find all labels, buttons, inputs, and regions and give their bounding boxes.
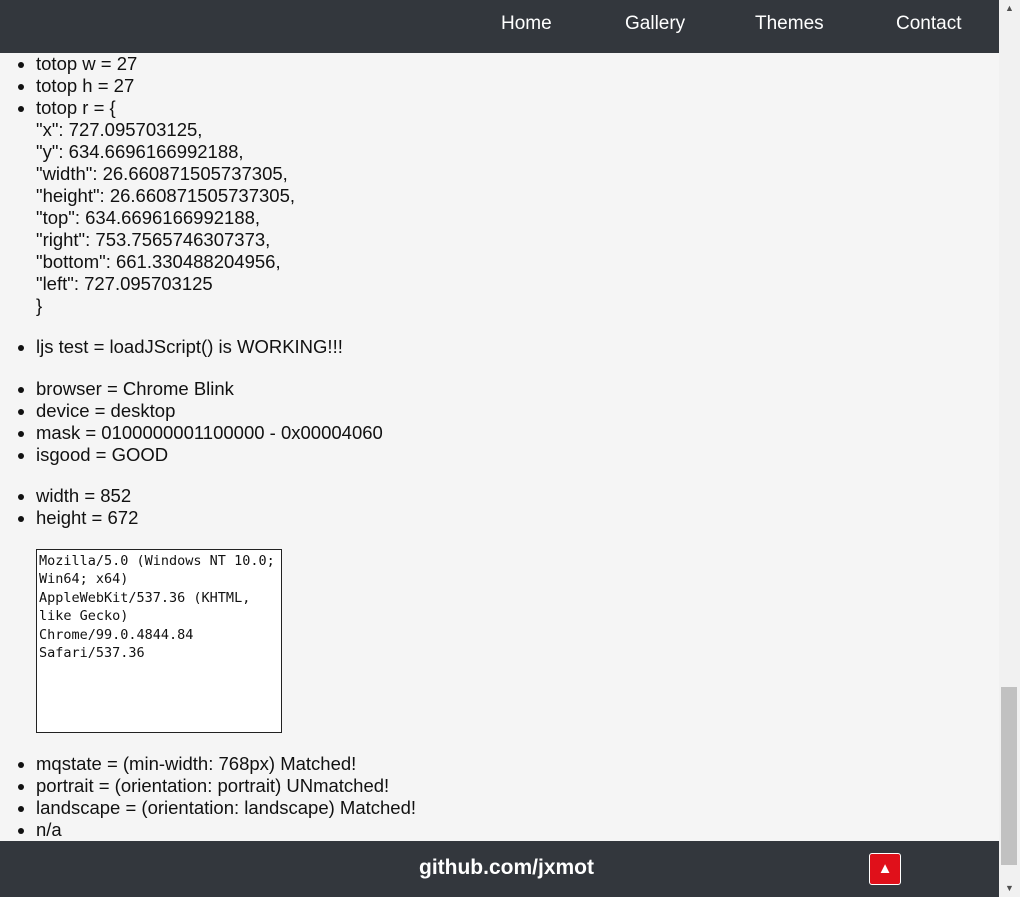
user-agent-box: Mozilla/5.0 (Windows NT 10.0; Win64; x64… [36,549,282,733]
media-query-list: mqstate = (min-width: 768px) Matched! po… [0,753,999,841]
na-item: n/a [36,819,999,841]
totop-info-list: totop w = 27 totop h = 27 totop r = { "x… [0,53,999,317]
nav-gallery-link[interactable]: Gallery [625,13,685,35]
viewport-info-list: width = 852 height = 672 [0,485,999,529]
device-item: device = desktop [36,400,999,422]
up-arrow-icon: ▲ [877,860,893,877]
browser-info-list: browser = Chrome Blink device = desktop … [0,378,999,466]
totop-height-item: totop h = 27 [36,75,999,97]
scroll-down-arrow-icon[interactable]: ▼ [999,880,1020,897]
totop-rect-item: totop r = { "x": 727.095703125, "y": 634… [36,97,999,317]
mqstate-item: mqstate = (min-width: 768px) Matched! [36,753,999,775]
scrollbar-thumb[interactable] [1001,687,1017,865]
isgood-item: isgood = GOOD [36,444,999,466]
totop-width-item: totop w = 27 [36,53,999,75]
nav-home-link[interactable]: Home [501,13,552,35]
mask-item: mask = 0100000001100000 - 0x00004060 [36,422,999,444]
main-content: totop w = 27 totop h = 27 totop r = { "x… [0,53,999,841]
ljs-info-list: ljs test = loadJScript() is WORKING!!! [0,336,999,358]
scroll-up-arrow-icon[interactable]: ▲ [999,0,1020,17]
top-navbar: Home Gallery Themes Contact [0,0,999,53]
vertical-scrollbar[interactable]: ▲ ▼ [999,0,1020,897]
page-footer: github.com/jxmot ▲ [0,841,999,897]
nav-themes-link[interactable]: Themes [755,13,824,35]
viewport-width-item: width = 852 [36,485,999,507]
browser-item: browser = Chrome Blink [36,378,999,400]
viewport-height-item: height = 672 [36,507,999,529]
github-link[interactable]: github.com/jxmot [419,856,594,880]
landscape-item: landscape = (orientation: landscape) Mat… [36,797,999,819]
back-to-top-button[interactable]: ▲ [869,853,901,885]
portrait-item: portrait = (orientation: portrait) UNmat… [36,775,999,797]
ljs-test-item: ljs test = loadJScript() is WORKING!!! [36,336,999,358]
nav-contact-link[interactable]: Contact [896,13,961,35]
